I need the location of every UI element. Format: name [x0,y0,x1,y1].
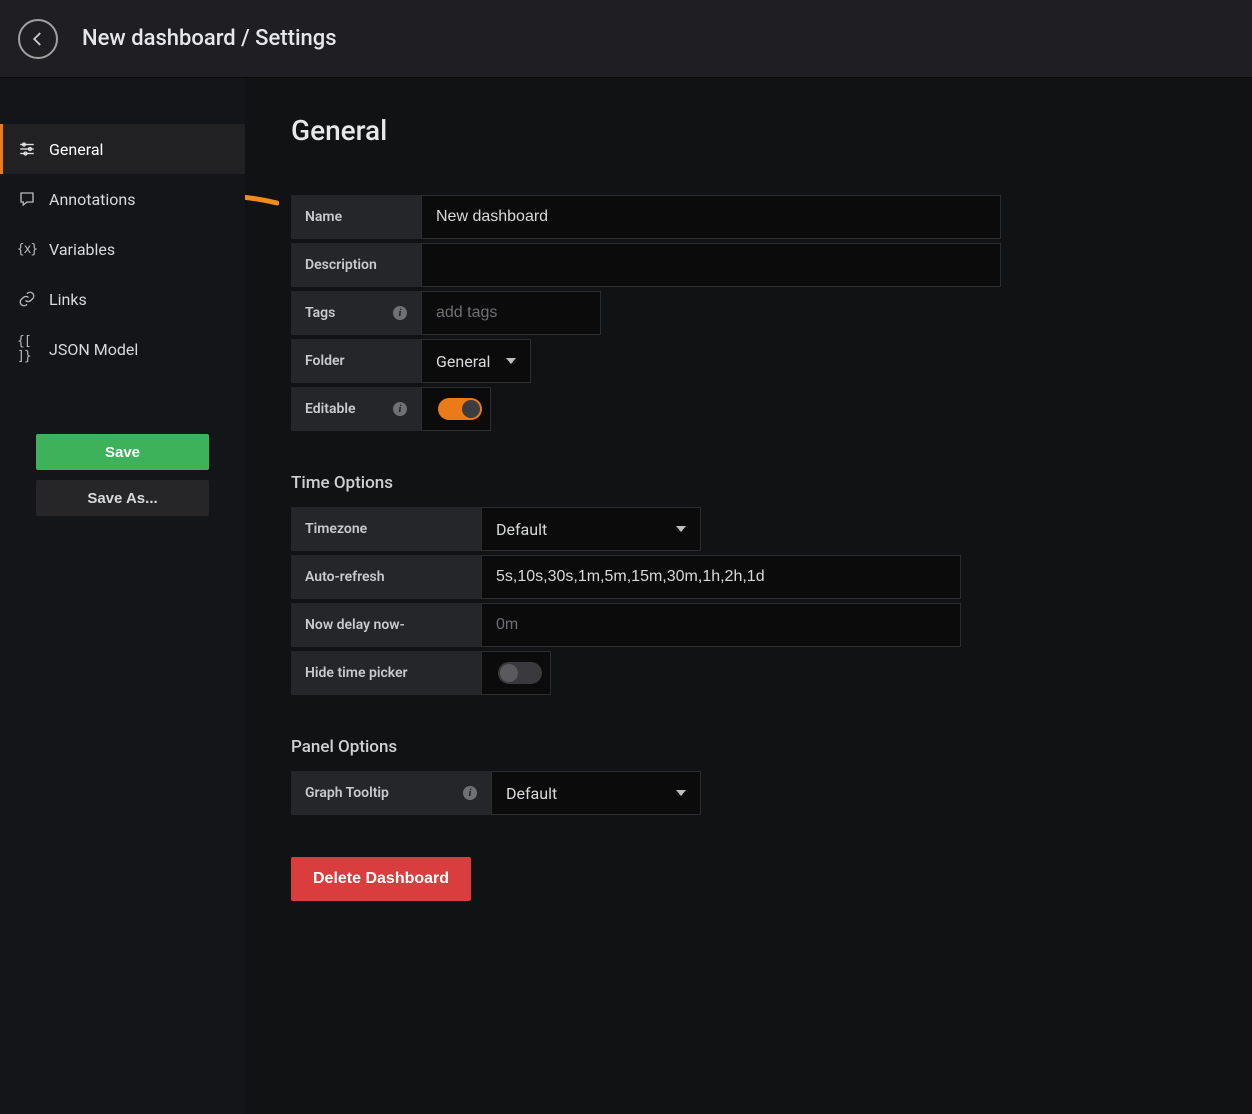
folder-select[interactable]: General [421,339,531,383]
panel-options-heading: Panel Options [291,737,1206,757]
editable-label: Editable i [291,387,421,431]
save-as-button[interactable]: Save As... [36,480,209,516]
editable-toggle[interactable] [438,398,482,420]
save-button[interactable]: Save [36,434,209,470]
description-label: Description [291,243,421,287]
chevron-down-icon [676,790,686,796]
hide-time-picker-label: Hide time picker [291,651,481,695]
json-icon: {[ ]} [17,339,37,359]
name-label: Name [291,195,421,239]
delete-dashboard-button[interactable]: Delete Dashboard [291,857,471,901]
back-button[interactable] [18,19,58,59]
graph-tooltip-select[interactable]: Default [491,771,701,815]
folder-label: Folder [291,339,421,383]
sidebar-item-label: Links [49,290,87,309]
sidebar-item-label: JSON Model [49,340,138,359]
info-icon: i [393,306,407,320]
page-title: General [291,114,1206,147]
tags-input[interactable] [421,291,601,335]
sidebar-item-variables[interactable]: {x} Variables [0,224,245,274]
sidebar-item-label: General [49,140,103,159]
breadcrumb: New dashboard / Settings [82,26,337,51]
comment-icon [17,189,37,209]
arrow-left-icon [29,30,47,48]
graph-tooltip-label: Graph Tooltip i [291,771,491,815]
time-options-heading: Time Options [291,473,1206,493]
top-bar: New dashboard / Settings [0,0,1252,78]
sidebar-item-general[interactable]: General [0,124,245,174]
info-icon: i [463,786,477,800]
tags-label: Tags i [291,291,421,335]
sidebar-item-links[interactable]: Links [0,274,245,324]
sidebar-item-annotations[interactable]: Annotations [0,174,245,224]
sliders-icon [17,139,37,159]
autorefresh-label: Auto-refresh [291,555,481,599]
nowdelay-input[interactable] [481,603,961,647]
hide-time-picker-toggle[interactable] [498,662,542,684]
timezone-label: Timezone [291,507,481,551]
nowdelay-label: Now delay now- [291,603,481,647]
description-input[interactable] [421,243,1001,287]
name-input[interactable] [421,195,1001,239]
sidebar-item-label: Variables [49,240,115,259]
pointer-arrow-annotation [245,183,279,223]
info-icon: i [393,402,407,416]
timezone-select[interactable]: Default [481,507,701,551]
autorefresh-input[interactable] [481,555,961,599]
sidebar-item-label: Annotations [49,190,136,209]
main-content: General Name Description Tags i Folder G… [245,78,1252,1114]
variable-icon: {x} [17,239,37,259]
chevron-down-icon [676,526,686,532]
settings-sidebar: General Annotations {x} Variables Links … [0,78,245,1114]
chevron-down-icon [506,358,516,364]
link-icon [17,289,37,309]
sidebar-item-json-model[interactable]: {[ ]} JSON Model [0,324,245,374]
